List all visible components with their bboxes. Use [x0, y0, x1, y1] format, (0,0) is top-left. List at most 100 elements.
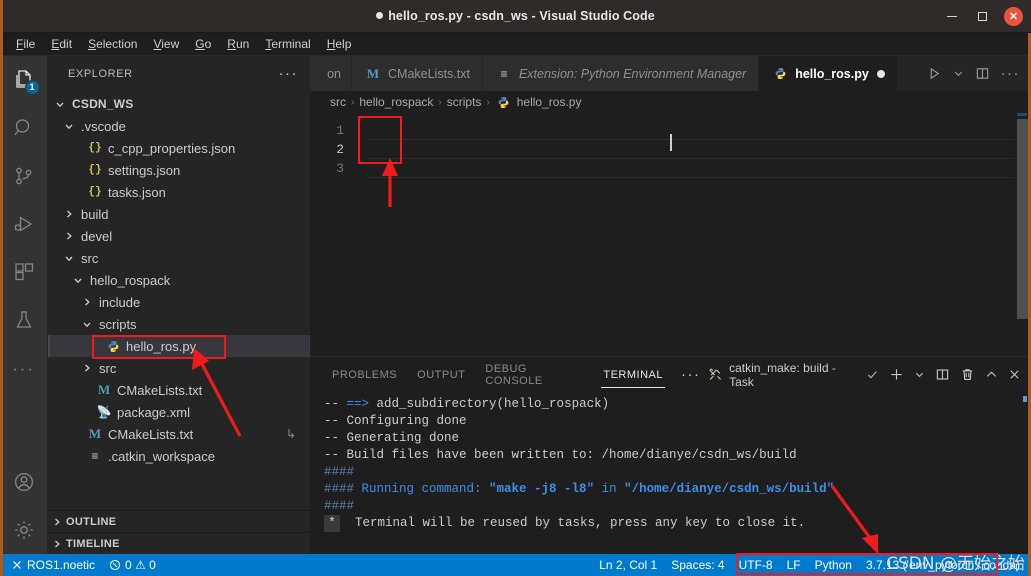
code-line-2[interactable]: [366, 140, 1015, 159]
tree-item-csdn-ws[interactable]: CSDN_WS: [48, 93, 310, 115]
breadcrumb-item-hello-rospack[interactable]: hello_rospack: [359, 95, 433, 109]
tab-dirty-indicator[interactable]: [876, 69, 885, 78]
code-line-1[interactable]: [366, 121, 1015, 140]
activity-item-explorer[interactable]: 1: [0, 56, 48, 104]
maximize-panel-button[interactable]: [985, 368, 998, 381]
tree-item-cmakelists-txt[interactable]: M CMakeLists.txt: [48, 379, 310, 401]
editor-tabs[interactable]: on M CMakeLists.txt ≡ Extension: Python Envi…: [310, 56, 898, 91]
status-editor-eol[interactable]: LF: [780, 554, 808, 576]
chevron-down-icon[interactable]: [70, 275, 86, 285]
menu-file[interactable]: File: [8, 35, 43, 53]
chevron-down-icon[interactable]: [61, 121, 77, 131]
panel-more-views-button[interactable]: ···: [673, 366, 709, 383]
sidebar-section-outline[interactable]: OUTLINE: [48, 510, 310, 532]
close-button[interactable]: ✕: [1004, 7, 1023, 26]
tree-item-c-cpp-properties-json[interactable]: {} c_cpp_properties.json: [48, 137, 310, 159]
maximize-button[interactable]: [974, 9, 990, 25]
status-python-interpreter[interactable]: 3.7.13 ('env_pytorch': conda): [859, 554, 1027, 576]
activity-item-accounts[interactable]: [0, 458, 48, 506]
status-editor-indentation[interactable]: Spaces: 4: [664, 554, 731, 576]
panel-tabs[interactable]: PROBLEMS OUTPUT DEBUG CONSOLE TERMINAL: [322, 357, 673, 392]
panel-tab-terminal[interactable]: TERMINAL: [593, 357, 673, 392]
tree-item--vscode[interactable]: .vscode: [48, 115, 310, 137]
breadcrumb-item-hello-ros-py[interactable]: hello_ros.py: [495, 95, 581, 109]
chevron-right-icon[interactable]: [61, 209, 77, 219]
kill-terminal-button[interactable]: [960, 367, 975, 382]
menu-terminal[interactable]: Terminal: [257, 35, 318, 53]
explorer-more-actions-button[interactable]: ···: [279, 66, 299, 81]
editor-scrollbar[interactable]: [1017, 113, 1031, 356]
close-panel-button[interactable]: [1008, 368, 1021, 381]
run-python-file-button[interactable]: [927, 66, 942, 81]
split-terminal-button[interactable]: [935, 367, 950, 382]
tree-item-build[interactable]: build: [48, 203, 310, 225]
menu-view[interactable]: View: [145, 35, 187, 53]
tree-item-package-xml[interactable]: 📡 package.xml: [48, 401, 310, 423]
status-editor-language[interactable]: Python: [808, 554, 859, 576]
activity-item-search[interactable]: [0, 104, 48, 152]
terminal-output[interactable]: -- ==> add_subdirectory(hello_rospack) --…: [310, 392, 1031, 554]
code-content[interactable]: [366, 121, 1015, 178]
minimize-icon: [947, 16, 957, 17]
tree-item-tasks-json[interactable]: {} tasks.json: [48, 181, 310, 203]
panel-tab-output[interactable]: OUTPUT: [407, 357, 475, 392]
activity-item-more[interactable]: ···: [0, 344, 48, 392]
activity-item-run-and-debug[interactable]: [0, 200, 48, 248]
editor-tab-extension-python-environment-manager[interactable]: ≡ Extension: Python Environment Manager: [482, 56, 760, 91]
tree-item-include[interactable]: include: [48, 291, 310, 313]
tree-item-hello-ros-py[interactable]: hello_ros.py: [48, 335, 310, 357]
tree-item-src[interactable]: src: [48, 247, 310, 269]
tree-item-src[interactable]: src: [48, 357, 310, 379]
editor-more-actions-button[interactable]: ···: [1001, 66, 1021, 81]
tree-item-label: include: [99, 294, 141, 310]
activity-item-settings[interactable]: [0, 506, 48, 554]
run-options-dropdown[interactable]: [953, 68, 964, 79]
file-tree[interactable]: CSDN_WS .vscode {} c_cpp_properties.json {} s…: [48, 91, 310, 510]
python-file-icon: [495, 96, 513, 109]
menu-go[interactable]: Go: [187, 35, 219, 53]
minimize-button[interactable]: [944, 9, 960, 25]
tree-item-cmakelists-txt[interactable]: M CMakeLists.txt ↳: [48, 423, 310, 445]
editor-tab-label: on: [327, 66, 341, 81]
activity-item-testing[interactable]: [0, 296, 48, 344]
breadcrumb-item-src[interactable]: src: [330, 95, 346, 109]
editor-tab-hello-ros-py[interactable]: hello_ros.py: [759, 56, 898, 91]
status-remote-indicator[interactable]: ROS1.noetic: [4, 554, 102, 576]
tree-item-settings-json[interactable]: {} settings.json: [48, 159, 310, 181]
split-editor-button[interactable]: [975, 66, 990, 81]
terminal-selector[interactable]: catkin_make: build - Task: [708, 361, 879, 389]
new-terminal-button[interactable]: [889, 367, 904, 382]
menu-help[interactable]: Help: [319, 35, 360, 53]
activity-item-extensions[interactable]: [0, 248, 48, 296]
editor-tab-cmakelists-txt[interactable]: M CMakeLists.txt: [352, 56, 483, 91]
tree-item-devel[interactable]: devel: [48, 225, 310, 247]
sidebar-section-timeline[interactable]: TIMELINE: [48, 532, 310, 554]
code-line-3[interactable]: [366, 159, 1015, 178]
editor-tab-label: hello_ros.py: [795, 66, 869, 81]
status-editor-encoding[interactable]: UTF-8: [732, 554, 780, 576]
activity-item-source-control[interactable]: [0, 152, 48, 200]
chevron-right-icon[interactable]: [79, 363, 95, 373]
breadcrumb-item-scripts[interactable]: scripts: [447, 95, 482, 109]
menu-run[interactable]: Run: [219, 35, 257, 53]
editor-tab-on[interactable]: on: [310, 56, 352, 91]
chevron-right-icon[interactable]: [61, 231, 77, 241]
terminal-profile-dropdown[interactable]: [914, 369, 925, 380]
menu-selection[interactable]: Selection: [80, 35, 145, 53]
chevron-down-icon[interactable]: [61, 253, 77, 263]
panel-tab-problems[interactable]: PROBLEMS: [322, 357, 407, 392]
breadcrumb[interactable]: src › hello_rospack › scripts › hello_ros.py: [310, 91, 1031, 113]
chevron-right-icon[interactable]: [79, 297, 95, 307]
tree-item-scripts[interactable]: scripts: [48, 313, 310, 335]
tree-item-hello-rospack[interactable]: hello_rospack: [48, 269, 310, 291]
tree-item-label: .catkin_workspace: [108, 448, 215, 464]
menu-edit[interactable]: Edit: [43, 35, 80, 53]
chevron-down-icon[interactable]: [52, 99, 68, 109]
status-editor-position[interactable]: Ln 2, Col 1: [592, 554, 664, 576]
code-editor[interactable]: 1 2 3: [310, 113, 1031, 356]
status-problems-indicator[interactable]: 0 ⚠ 0: [102, 554, 163, 576]
chevron-down-icon[interactable]: [79, 319, 95, 329]
tree-item--catkin-workspace[interactable]: ≡ .catkin_workspace: [48, 445, 310, 467]
panel-tab-debug-console[interactable]: DEBUG CONSOLE: [475, 357, 593, 392]
scrollbar-thumb[interactable]: [1017, 119, 1031, 319]
